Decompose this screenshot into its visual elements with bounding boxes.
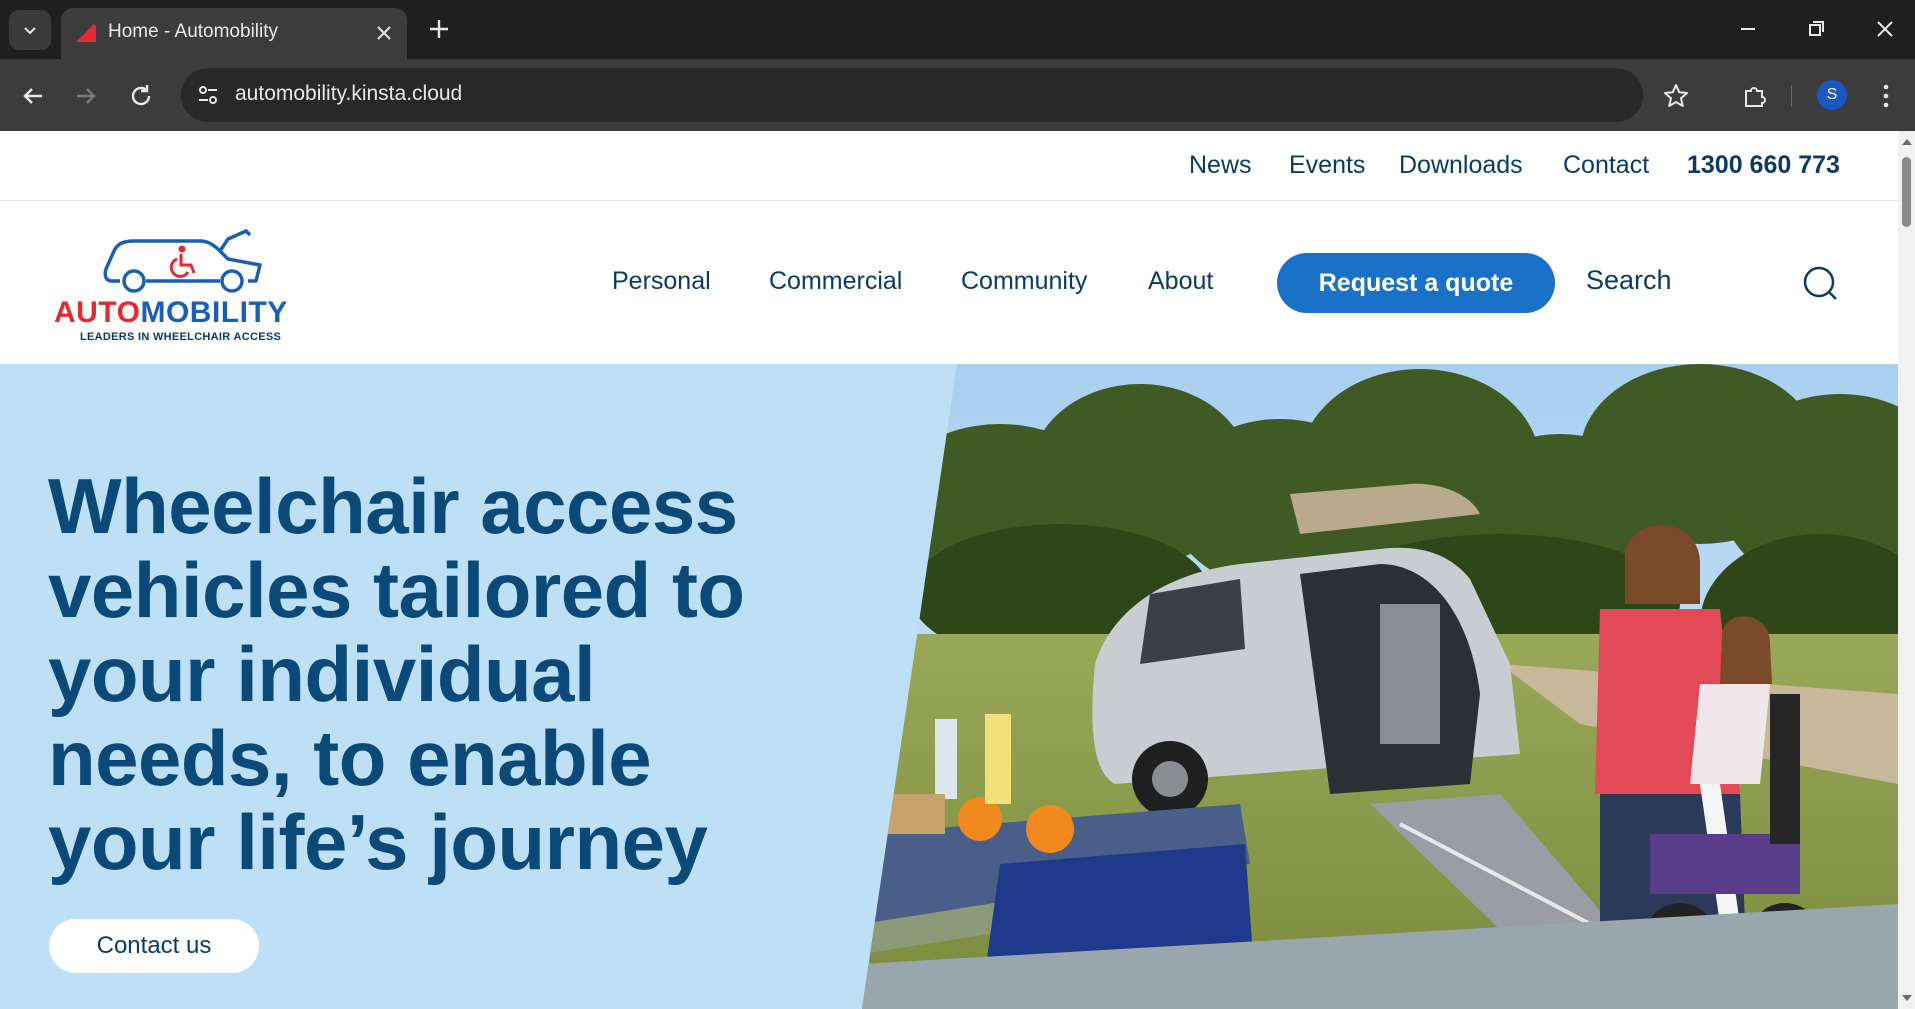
browser-tab-active[interactable]: Home - Automobility	[61, 8, 407, 59]
scroll-down-icon[interactable]	[1902, 995, 1912, 1003]
site-info-icon[interactable]	[195, 82, 221, 108]
utility-link-contact[interactable]: Contact	[1563, 151, 1649, 180]
hero-headline-line: your life’s journey	[48, 798, 708, 886]
browser-toolbar: automobility.kinsta.cloud S	[0, 59, 1915, 131]
hero-headline-line: your individual	[48, 630, 596, 718]
utility-link-downloads[interactable]: Downloads	[1399, 151, 1523, 180]
request-quote-button[interactable]: Request a quote	[1277, 253, 1555, 313]
tab-list-button[interactable]	[9, 10, 51, 50]
search-icon[interactable]	[1801, 264, 1841, 304]
logo-wordmark-mobility: MOBILITY	[140, 296, 288, 329]
profile-avatar[interactable]: S	[1817, 80, 1847, 110]
forward-icon[interactable]	[71, 81, 101, 111]
utility-link-news[interactable]: News	[1189, 151, 1252, 180]
star-icon[interactable]	[1662, 82, 1690, 110]
extensions-icon[interactable]	[1740, 81, 1770, 111]
hero-headline-line: needs, to enable	[48, 714, 652, 802]
minimize-icon[interactable]	[1733, 14, 1763, 44]
url-text[interactable]: automobility.kinsta.cloud	[235, 82, 462, 106]
hero-section: Wheelchair access vehicles tailored to y…	[0, 364, 1898, 1009]
logo[interactable]: AUTOMOBILITY LEADERS IN WHEELCHAIR ACCES…	[50, 221, 310, 343]
hero-headline-line: Wheelchair access	[48, 462, 738, 550]
utility-nav: News Events Downloads Contact 1300 660 7…	[0, 131, 1898, 201]
toolbar-divider	[1791, 85, 1792, 107]
favicon-icon	[76, 24, 96, 42]
phone-link[interactable]: 1300 660 773	[1687, 151, 1840, 180]
scroll-thumb[interactable]	[1902, 157, 1911, 227]
nav-item-community[interactable]: Community	[961, 267, 1087, 296]
close-window-icon[interactable]	[1870, 14, 1900, 44]
hero-headline: Wheelchair access vehicles tailored to y…	[48, 464, 868, 884]
tab-title: Home - Automobility	[108, 21, 279, 42]
nav-item-about[interactable]: About	[1148, 267, 1213, 296]
browser-tab-strip: Home - Automobility	[0, 0, 1915, 59]
contact-us-button[interactable]: Contact us	[49, 919, 259, 973]
page-scrollbar[interactable]	[1898, 131, 1915, 1009]
reload-icon[interactable]	[126, 81, 156, 111]
close-icon[interactable]	[371, 20, 397, 46]
wheelchair-van-icon	[103, 228, 262, 293]
page-viewport: News Events Downloads Contact 1300 660 7…	[0, 131, 1915, 1009]
nav-item-personal[interactable]: Personal	[612, 267, 711, 296]
chevron-down-icon	[24, 27, 36, 35]
nav-item-commercial[interactable]: Commercial	[769, 267, 902, 296]
logo-tagline: LEADERS IN WHEELCHAIR ACCESS	[80, 331, 282, 343]
address-bar[interactable]: automobility.kinsta.cloud	[181, 68, 1688, 122]
hero-headline-line: vehicles tailored to	[48, 546, 745, 634]
search-input[interactable]: Search	[1586, 265, 1672, 296]
logo-wordmark: AUTOMOBILITY	[54, 296, 288, 330]
back-icon[interactable]	[18, 81, 48, 111]
plus-icon[interactable]	[424, 14, 454, 44]
utility-link-events[interactable]: Events	[1289, 151, 1365, 180]
logo-wordmark-auto: AUTO	[54, 296, 141, 329]
restore-icon[interactable]	[1801, 14, 1831, 44]
scroll-up-icon[interactable]	[1902, 137, 1912, 145]
menu-icon[interactable]	[1880, 81, 1892, 111]
main-header: AUTOMOBILITY LEADERS IN WHEELCHAIR ACCES…	[0, 201, 1898, 364]
